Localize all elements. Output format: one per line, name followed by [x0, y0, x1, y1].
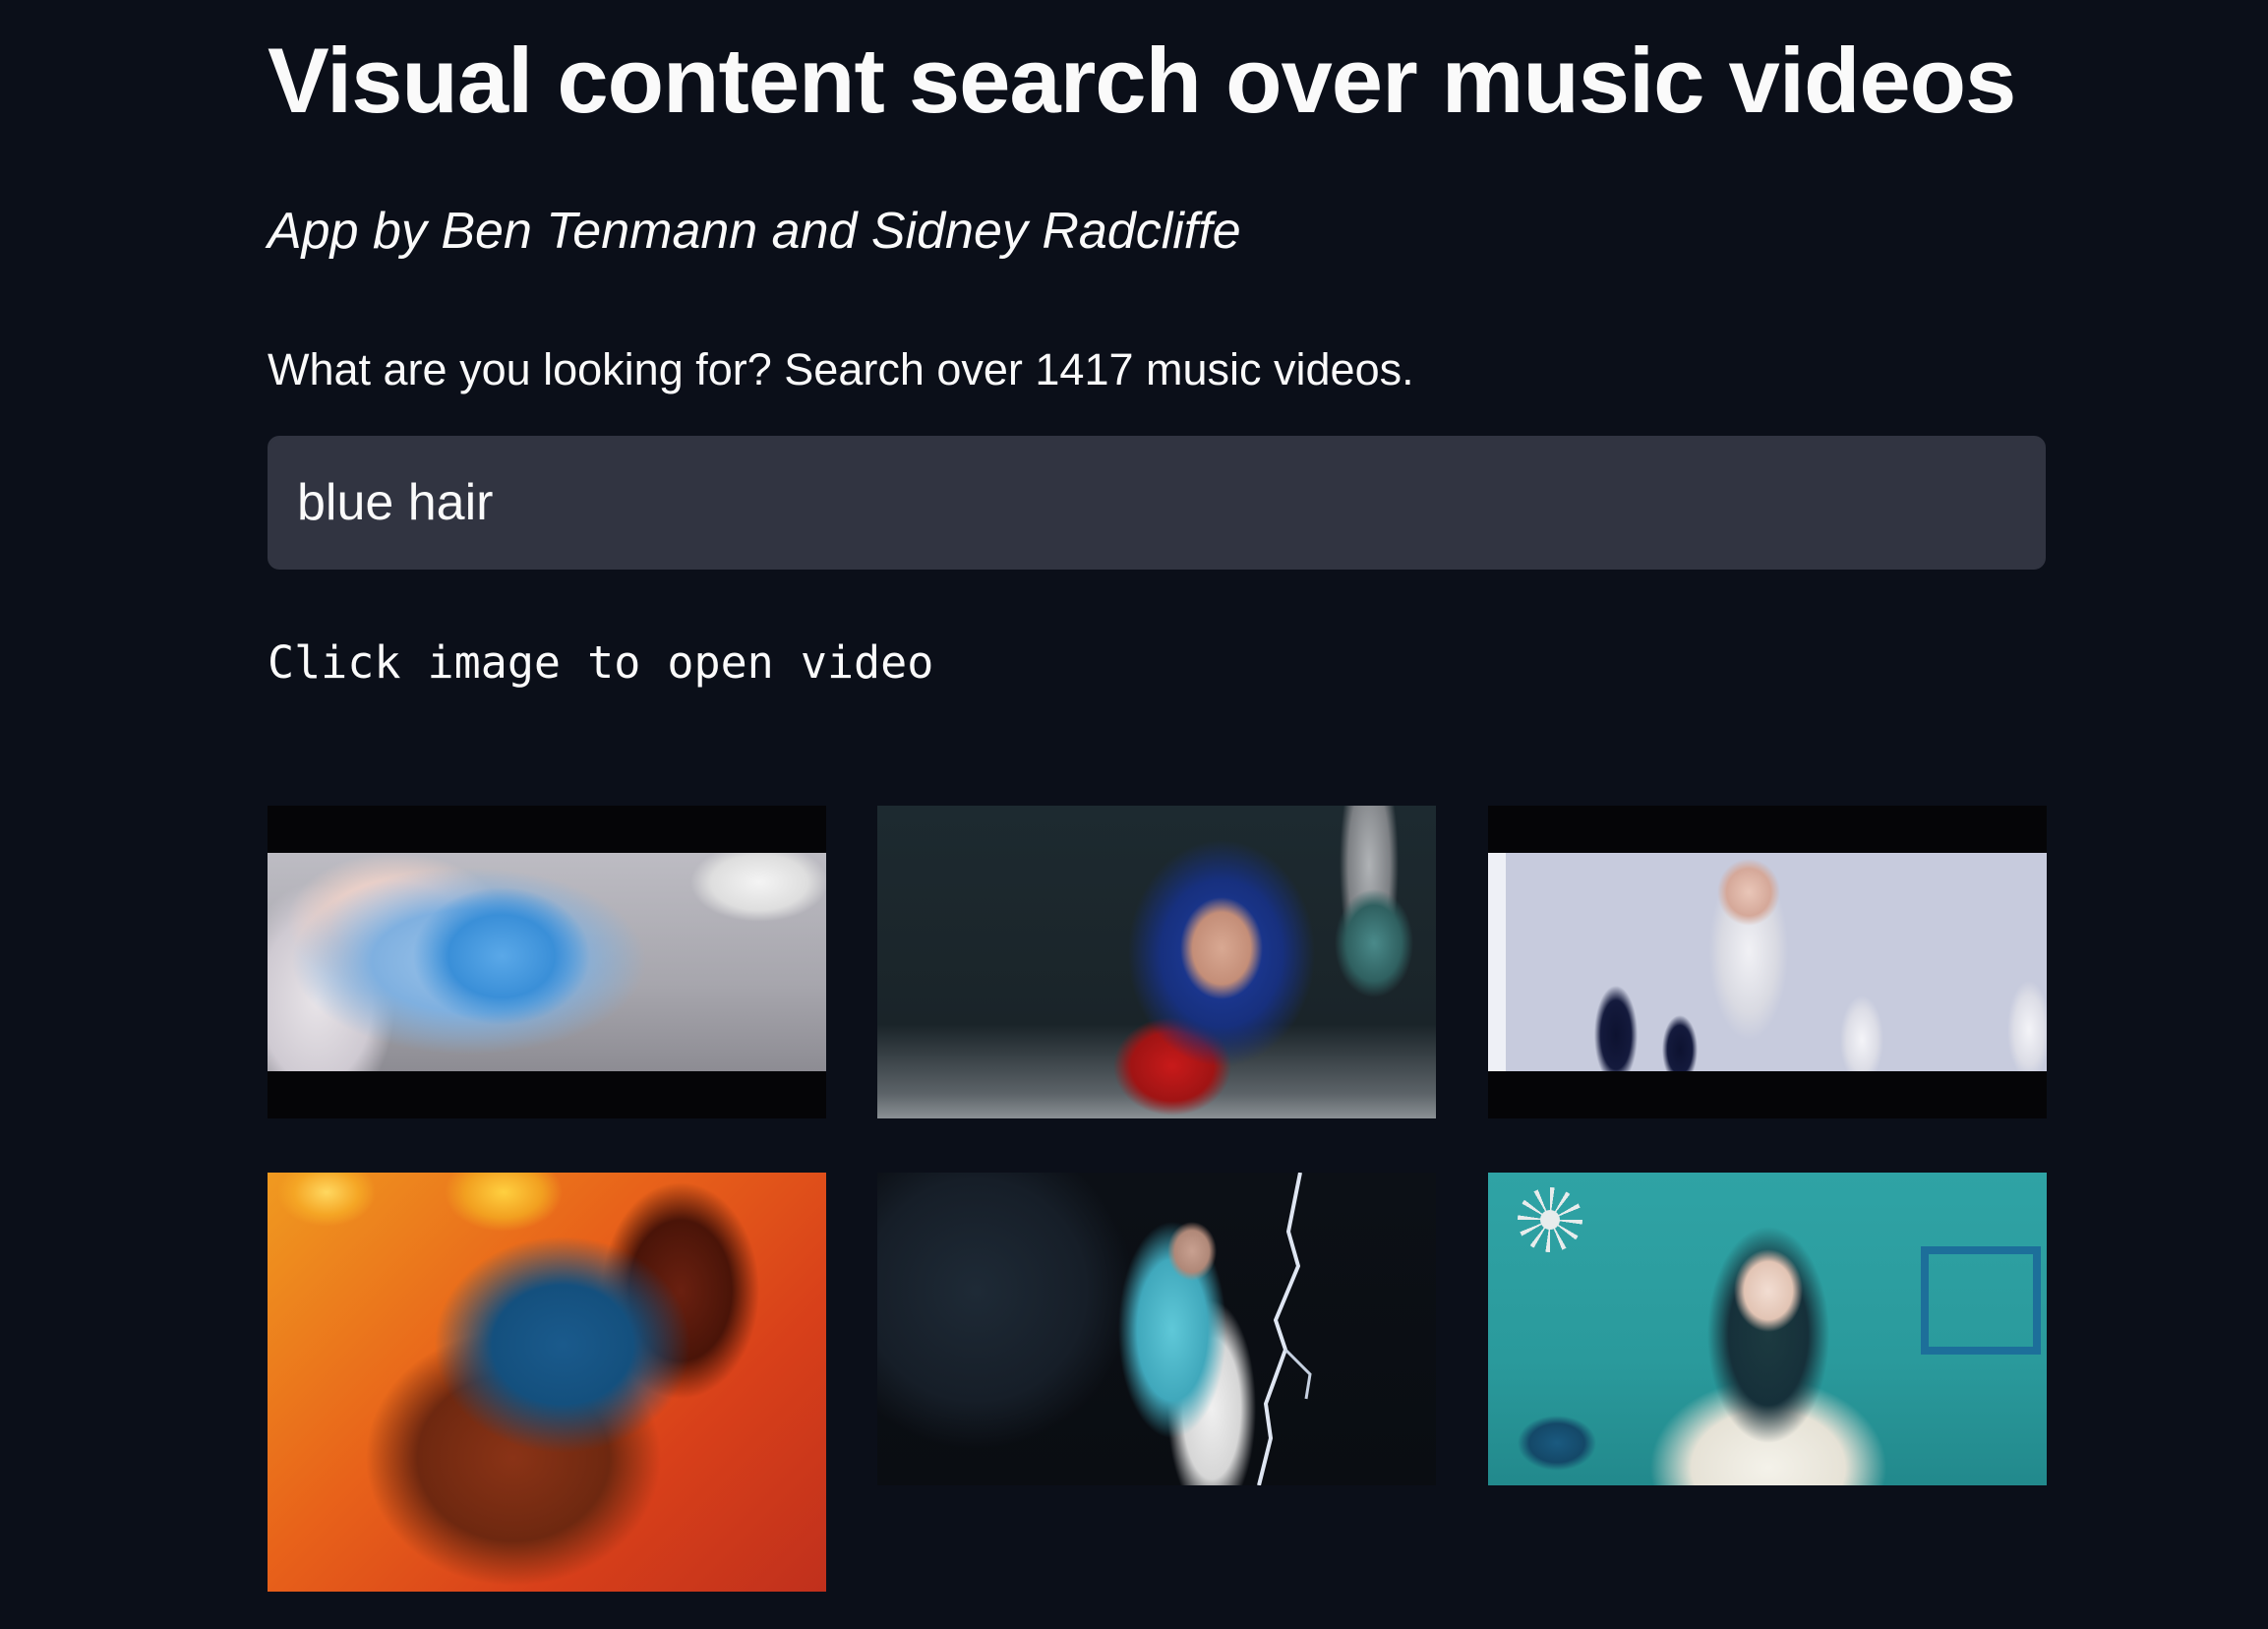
thumbnail-image — [268, 853, 826, 1071]
search-input-container[interactable] — [268, 436, 2046, 570]
result-thumbnail-6[interactable] — [1488, 1173, 2047, 1485]
results-hint: Click image to open video — [268, 636, 934, 689]
lightning-graphic — [1257, 1173, 1312, 1485]
author-byline: App by Ben Tenmann and Sidney Radcliffe — [268, 203, 1241, 260]
search-label: What are you looking for? Search over 14… — [268, 344, 1414, 394]
thumbnail-image — [1488, 853, 2047, 1071]
thumbnail-image — [268, 1173, 826, 1592]
picture-frame-graphic — [1921, 1246, 2041, 1355]
result-thumbnail-5[interactable] — [877, 1173, 1436, 1485]
wall-clock-graphic — [1518, 1187, 1582, 1252]
result-thumbnail-4[interactable] — [268, 1173, 826, 1592]
result-thumbnail-2[interactable] — [877, 806, 1436, 1118]
page-title: Visual content search over music videos — [268, 29, 2016, 132]
result-thumbnail-1[interactable] — [268, 806, 826, 1118]
result-thumbnail-3[interactable] — [1488, 806, 2047, 1118]
thumbnail-image — [877, 806, 1436, 1118]
search-input[interactable] — [297, 438, 2008, 568]
app-page: Visual content search over music videos … — [0, 0, 2268, 1629]
